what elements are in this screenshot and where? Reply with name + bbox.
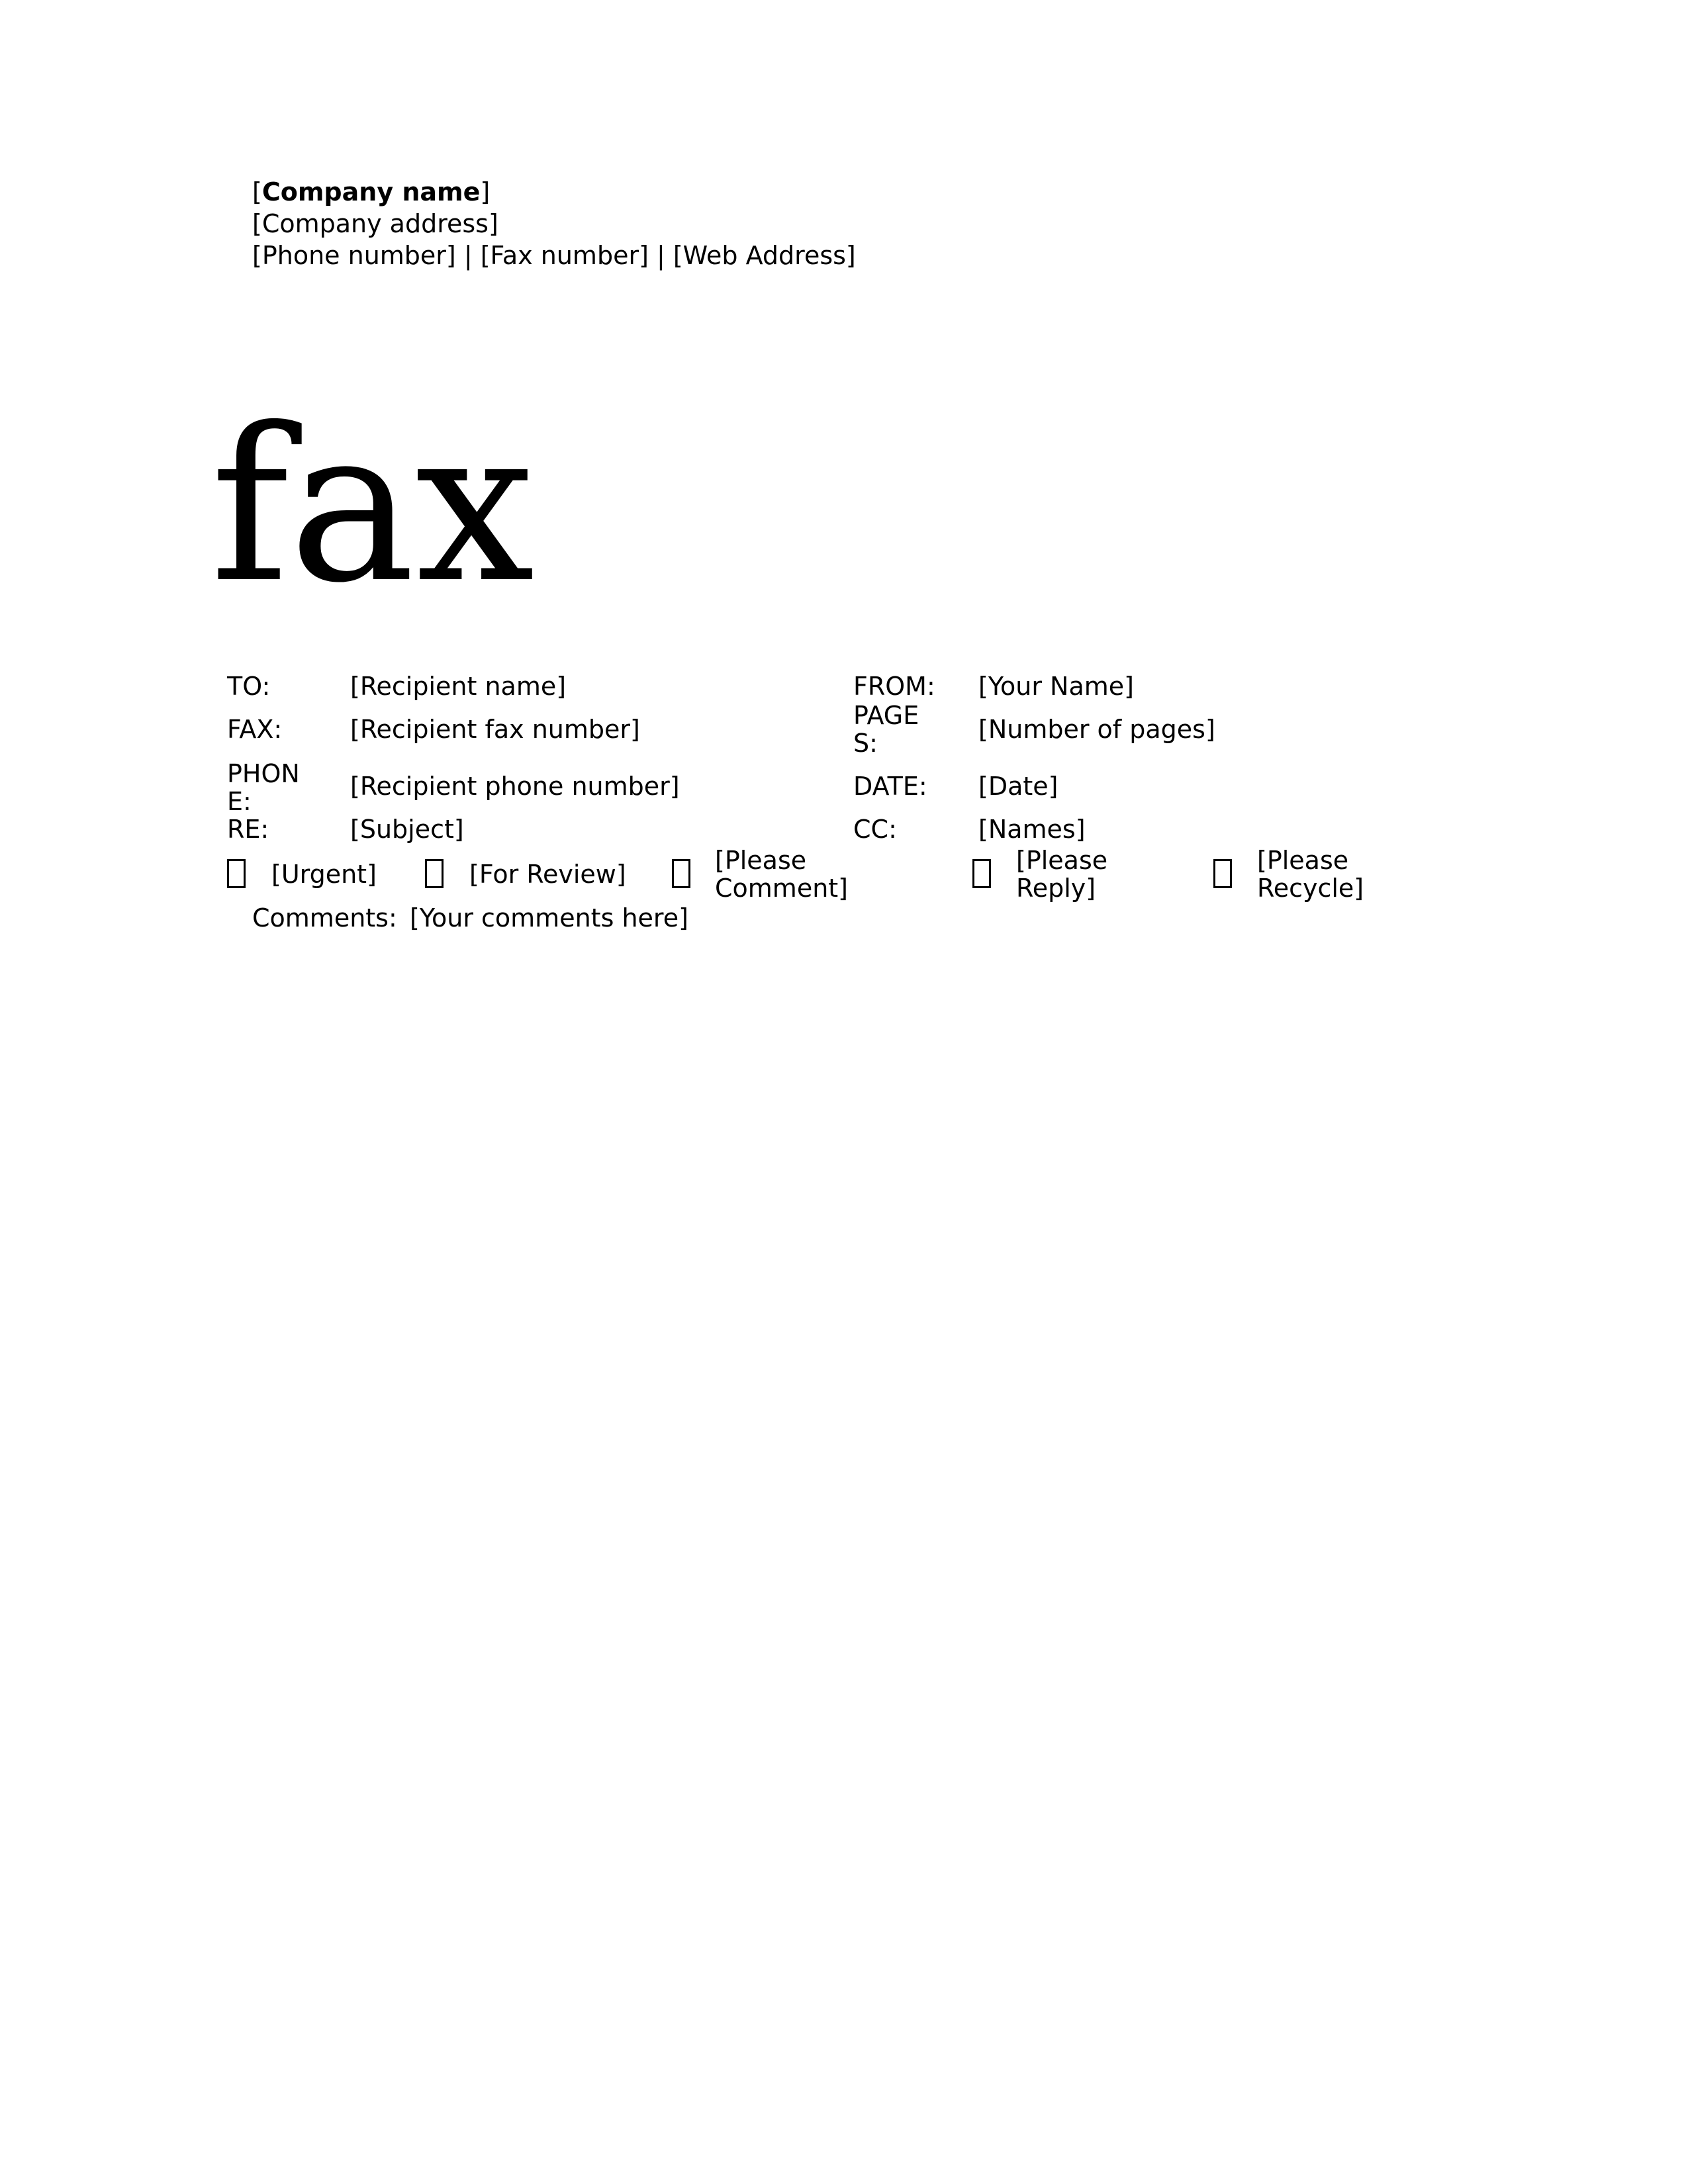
please-reply-checkbox-label: [Please Reply] (1016, 846, 1108, 903)
company-header: [Company name] [Company address] [Phone … (252, 176, 856, 271)
re-value[interactable]: [Subject] (350, 815, 464, 843)
cc-label: CC: (853, 815, 897, 844)
to-label: TO: (227, 672, 271, 701)
cc-value[interactable]: [Names] (978, 815, 1086, 843)
company-name-line: [Company name] (252, 177, 491, 206)
pages-label: PAGES: (853, 701, 919, 758)
date-value[interactable]: [Date] (978, 772, 1058, 800)
please-comment-checkbox-label: [Please Comment] (715, 846, 849, 903)
company-address: [Company address] (252, 209, 498, 238)
fax-label: FAX: (227, 715, 283, 744)
from-value[interactable]: [Your Name] (978, 672, 1134, 700)
please-recycle-checkbox-label: [Please Recycle] (1257, 846, 1364, 903)
please-comment-checkbox[interactable] (672, 859, 690, 888)
re-label: RE: (227, 815, 269, 844)
pages-value[interactable]: [Number of pages] (978, 715, 1215, 743)
to-value[interactable]: [Recipient name] (350, 672, 566, 700)
date-label: DATE: (853, 772, 927, 801)
company-contact-line: [Phone number] | [Fax number] | [Web Add… (252, 241, 856, 270)
urgent-checkbox-label: [Urgent] (271, 860, 377, 889)
from-label: FROM: (853, 672, 935, 701)
page-title: fax (211, 383, 535, 629)
comments-label: Comments: (252, 903, 397, 933)
phone-value[interactable]: [Recipient phone number] (350, 772, 680, 800)
urgent-checkbox[interactable] (227, 859, 246, 888)
please-reply-checkbox[interactable] (972, 859, 991, 888)
fax-value[interactable]: [Recipient fax number] (350, 715, 640, 743)
for-review-checkbox-label: [For Review] (469, 860, 626, 889)
please-recycle-checkbox[interactable] (1213, 859, 1232, 888)
phone-label: PHONE: (227, 759, 300, 816)
company-name: Company name (261, 177, 481, 206)
for-review-checkbox[interactable] (425, 859, 444, 888)
comments-value[interactable]: [Your comments here] (410, 904, 688, 932)
